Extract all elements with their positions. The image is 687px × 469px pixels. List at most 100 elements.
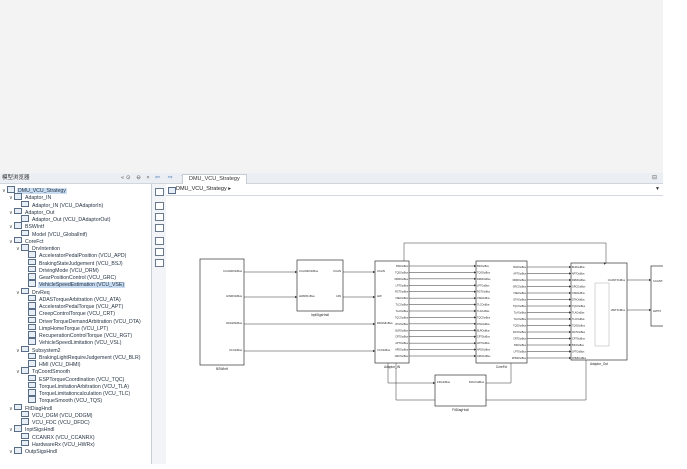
model-icon <box>168 187 176 194</box>
tree-item[interactable]: DrivingMode (VCU_DRM) <box>23 265 100 274</box>
port-label: DTAOutBus <box>513 299 526 302</box>
subsystem-block[interactable] <box>650 265 666 327</box>
address-bar[interactable]: DMU_VCU_Strategy ▸ ▼ <box>166 184 663 196</box>
tree-item[interactable]: HMI (VCU_DHMI) <box>23 360 82 368</box>
tree-item[interactable]: VCU_FDC (VCU_DFDC) <box>16 418 91 426</box>
tree-item[interactable]: BrakingLightRequireJudgement (VCU_BLR) <box>23 352 142 361</box>
tree-item[interactable]: ∨ Adaptor_IN <box>9 193 52 201</box>
subsystem-icon <box>14 236 22 244</box>
subsystem-icon <box>28 352 36 360</box>
subsystem-icon <box>21 200 29 207</box>
port-label: BLROutBus <box>572 266 585 269</box>
port-label: VSEOutBus <box>395 297 409 300</box>
subsystem-icon <box>28 396 36 403</box>
tree-item[interactable]: TorqueSmooth (VCU_TQS) <box>23 396 103 404</box>
port-label: BSIOutBus <box>572 344 585 347</box>
tree-item[interactable]: ∨ BSWIntf <box>9 222 45 230</box>
tree-item[interactable]: ∨ CoreFct <box>9 236 44 245</box>
tree-item[interactable]: TorqueLimitationArbitration (VCU_TLA) <box>23 381 130 390</box>
diagram-canvas[interactable]: BSWIntf CCANRXInBus HWRXInBus DDGMInBus VCUI… <box>166 196 666 464</box>
tree-item[interactable]: LimpHomeTorque (VCU_LPT) <box>23 323 109 332</box>
block-name[interactable]: FltDiagHndl <box>452 408 469 412</box>
tree-item[interactable]: VehicleSpeedEstimation (VCU_VSE) <box>23 280 126 289</box>
subsystem-icon <box>21 215 29 222</box>
tree-item[interactable]: ∨ Subsystem2 <box>16 345 62 354</box>
tree-item[interactable]: VCU_DGM (VCU_DDGM) <box>16 410 94 419</box>
tree-item[interactable]: ∨ DrvReq <box>16 287 51 296</box>
address-dropdown-icon[interactable]: ▼ <box>655 185 660 194</box>
tree-item[interactable]: HardwareRx (VCU_HWRx) <box>16 439 96 448</box>
tree-item[interactable]: Model (VCU_GlobalIntf) <box>16 229 88 238</box>
tree-item[interactable]: ∨ FltDiagHndl <box>9 403 53 412</box>
port-label: RGTOutBus <box>513 331 527 334</box>
tab-menu-icon[interactable]: ⊟ <box>652 174 657 183</box>
block-name[interactable]: InptSigsHndl <box>311 313 329 317</box>
block-name[interactable]: CoreFct <box>496 365 507 369</box>
tree-item[interactable]: GearPositionControl (VCU_GRC) <box>23 273 117 281</box>
model-browser-tools[interactable]: «⊙ ⊖ × <box>121 174 152 183</box>
tree-item[interactable]: ∨ OutpSigsHndl <box>9 447 58 455</box>
image-icon[interactable] <box>155 248 164 256</box>
tree-item[interactable]: ∨ Adaptor_Out <box>9 207 55 216</box>
hide-browser-icon[interactable] <box>155 188 164 196</box>
block-name[interactable]: Adaptor_IN <box>384 365 401 369</box>
port-label: TLCOutBus <box>572 318 585 321</box>
port-label: DDGMInBus <box>377 321 393 325</box>
tree-item[interactable]: CCANRX (VCU_CCANRX) <box>16 432 96 441</box>
tree-item[interactable]: ADASTorqueArbitration (VCU_ATA) <box>23 294 122 303</box>
tab-bar <box>0 173 663 184</box>
model-browser-tree: ∨ DMU_VCU_Strategy ∨ Adaptor_IN Adaptor_IN (… <box>0 184 152 464</box>
subsystem-icon <box>28 381 36 389</box>
zoom-in-icon[interactable] <box>155 202 164 210</box>
tree-item[interactable]: ∨ InptSigsHndl <box>9 425 55 433</box>
port-label: APTOutBus <box>395 342 408 345</box>
tree-item[interactable]: ∨ TqCoordSmooth <box>16 367 71 375</box>
tree-item[interactable]: DriverTorqueDemandArbitration (VCU_DTA) <box>23 316 142 325</box>
port-label: APTOutBus <box>513 273 526 276</box>
block-name[interactable]: BSWIntf <box>216 367 228 371</box>
port-label: HW <box>336 294 341 298</box>
port-label: VCUInBus <box>229 348 243 352</box>
port-label: LPTOutBus <box>572 351 585 354</box>
port-label: TQCOutBus <box>572 305 586 308</box>
tab-dmu-vcu-strategy[interactable]: DMU_VCU_Strategy <box>182 174 247 184</box>
port-label: HWTXInBus <box>611 308 626 312</box>
port-label: HWTX <box>653 309 661 313</box>
tree-item[interactable]: BrakingStateJudgement (VCU_BSJ) <box>23 258 124 267</box>
tree-item[interactable]: RecuperationControlTorque (VCU_RGT) <box>23 331 133 339</box>
tree-item[interactable]: CreepControlTorque (VCU_CRT) <box>23 309 116 317</box>
port-label: LPTOutBus <box>396 284 409 287</box>
port-label: DRMOutBus <box>477 278 491 281</box>
port-label: DDGMInBus <box>226 321 242 325</box>
tree-item[interactable]: ESPTorqueCoordination (VCU_TQC) <box>23 374 125 383</box>
port-label: CRTOutBus <box>395 336 409 339</box>
subsystem-icon <box>21 432 29 439</box>
tree-item[interactable]: ∨ DMU_VCU_Strategy <box>2 186 67 194</box>
tree-item[interactable]: Adaptor_IN (VCU_DAdaptorIn) <box>16 200 104 209</box>
subsystem-icon <box>21 367 29 374</box>
subsystem-icon <box>28 294 36 302</box>
tree-item[interactable]: TorqueLimitationcalculation (VCU_TLC) <box>23 389 131 397</box>
port-label: DTAOutBus <box>477 323 490 326</box>
subsystem-icon <box>28 323 36 331</box>
arrow-tool-icon[interactable] <box>155 224 164 232</box>
port-label: TLAOutBus <box>572 312 585 315</box>
subsystem-icon <box>28 374 36 381</box>
area-icon[interactable] <box>155 259 164 267</box>
block-name[interactable]: Adaptor_Out <box>590 362 608 366</box>
port-label: DRMOutBus <box>572 279 586 282</box>
annotation-icon[interactable] <box>155 237 164 245</box>
tree-item[interactable]: VehicleSpeedLimitation (VCU_VSL) <box>23 338 122 346</box>
subsystem-block[interactable] <box>296 259 344 312</box>
subsystem-icon <box>28 265 36 273</box>
tree-item[interactable]: AcceleratorPedalPosition (VCU_APD) <box>23 251 127 259</box>
fit-view-icon[interactable] <box>155 213 164 221</box>
tree-item[interactable]: Adaptor_Out (VCU_DAdaptorOut) <box>16 215 111 223</box>
tree-item[interactable]: AcceleratorPedalTorque (VCU_APT) <box>23 302 124 310</box>
port-label: DTAOutBus <box>572 299 585 302</box>
port-label: TLCOutBus <box>477 304 490 307</box>
port-label: DTAOutBus <box>395 323 408 326</box>
subsystem-icon <box>21 229 29 236</box>
tree-item[interactable]: ∨ DrvIntention <box>16 244 61 252</box>
subsystem-icon <box>14 222 22 229</box>
